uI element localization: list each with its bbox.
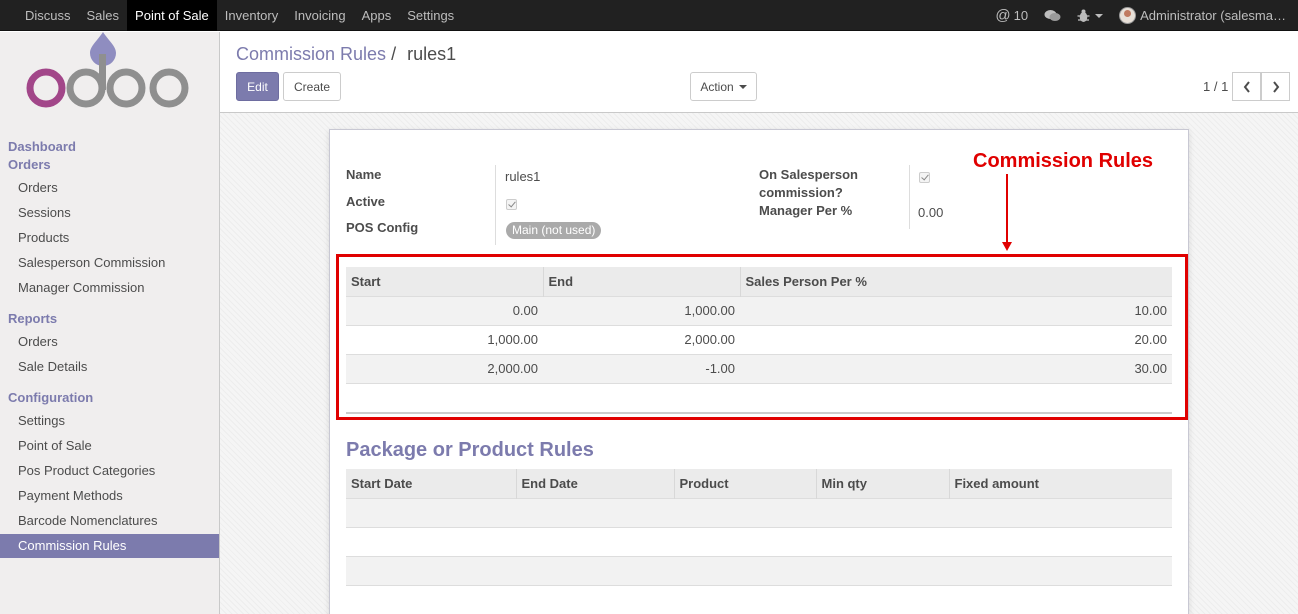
annotation-arrow xyxy=(1006,174,1008,244)
sidebar-item-payment-methods[interactable]: Payment Methods xyxy=(0,484,219,508)
pager-previous-button[interactable] xyxy=(1232,72,1261,101)
sidebar-item-sessions[interactable]: Sessions xyxy=(0,201,219,225)
active-checkbox xyxy=(506,199,517,210)
menu-sales[interactable]: Sales xyxy=(79,0,128,31)
sidebar-item-settings[interactable]: Settings xyxy=(0,409,219,433)
table-empty-row xyxy=(346,555,1172,586)
table-empty-row xyxy=(346,526,1172,556)
name-label: Name xyxy=(346,167,382,182)
table-header-row: Start Date End Date Product Min qty Fixe… xyxy=(346,469,1172,498)
chevron-right-icon xyxy=(1272,80,1279,93)
menu-apps[interactable]: Apps xyxy=(354,0,400,31)
breadcrumb: Commission Rules / rules1 xyxy=(236,44,456,65)
sidebar-item-commission-rules[interactable]: Commission Rules xyxy=(0,534,219,558)
pos-config-tag[interactable]: Main (not used) xyxy=(506,222,602,239)
edit-button[interactable]: Edit xyxy=(236,72,279,101)
chat-icon xyxy=(1044,9,1061,21)
on-salesperson-checkbox xyxy=(919,172,930,183)
breadcrumb-parent[interactable]: Commission Rules xyxy=(236,44,386,64)
sidebar-configuration-head: Configuration xyxy=(8,390,94,405)
menu-point-of-sale[interactable]: Point of Sale xyxy=(127,0,217,31)
create-button[interactable]: Create xyxy=(283,72,341,101)
form-sheet: Name rules1 Active POS Config Main (not … xyxy=(329,129,1189,614)
pager-value[interactable]: 1 / 1 xyxy=(1203,79,1228,94)
avatar xyxy=(1119,7,1137,24)
breadcrumb-separator: / xyxy=(391,44,397,64)
on-salesperson-label: On Salesperson xyxy=(759,167,858,182)
menu-inventory[interactable]: Inventory xyxy=(217,0,286,31)
manager-per-value: 0.00 xyxy=(918,205,944,220)
name-value: rules1 xyxy=(505,169,541,184)
sidebar-item-pos-product-categories[interactable]: Pos Product Categories xyxy=(0,459,219,483)
on-salesperson-label-cont: commission? xyxy=(759,185,843,200)
user-menu[interactable]: Administrator (salesma… xyxy=(1111,0,1298,31)
action-label: Action xyxy=(700,79,734,94)
annotation-label: Commission Rules xyxy=(973,150,1154,172)
bug-icon xyxy=(1077,9,1090,22)
sidebar-item-products[interactable]: Products xyxy=(0,226,219,250)
sidebar: Dashboard Orders Orders Sessions Product… xyxy=(0,32,220,614)
pager-next-button[interactable] xyxy=(1261,72,1290,101)
sidebar-item-orders[interactable]: Orders xyxy=(0,176,219,200)
chevron-left-icon xyxy=(1243,80,1250,93)
chevron-down-icon xyxy=(1095,13,1104,18)
col-min-qty[interactable]: Min qty xyxy=(816,469,950,498)
menu-invoicing[interactable]: Invoicing xyxy=(286,0,353,31)
sidebar-dashboard[interactable]: Dashboard xyxy=(8,139,76,154)
sidebar-item-manager-commission[interactable]: Manager Commission xyxy=(0,276,219,300)
action-dropdown[interactable]: Action xyxy=(690,72,757,101)
col-start-date[interactable]: Start Date xyxy=(346,469,517,498)
annotation-arrow-head xyxy=(1002,242,1012,251)
sidebar-reports-head: Reports xyxy=(8,311,58,326)
col-fixed-amount[interactable]: Fixed amount xyxy=(949,469,1172,498)
field-divider xyxy=(495,165,496,245)
systray: @ 10 Administrator (salesma… xyxy=(987,0,1298,31)
top-navbar: Discuss Sales Point of Sale Inventory In… xyxy=(0,0,1298,31)
active-label: Active xyxy=(346,194,386,209)
user-name: Administrator (salesma… xyxy=(1140,8,1286,23)
chevron-down-icon xyxy=(738,84,747,89)
manager-per-label: Manager Per % xyxy=(759,203,853,218)
field-divider xyxy=(909,165,910,229)
sidebar-item-salesperson-commission[interactable]: Salesperson Commission xyxy=(0,251,219,275)
control-panel: Commission Rules / rules1 Edit Create Ac… xyxy=(220,32,1298,113)
sidebar-item-barcode-nomenclatures[interactable]: Barcode Nomenclatures xyxy=(0,509,219,533)
package-rules-title: Package or Product Rules xyxy=(346,439,594,461)
sidebar-item-point-of-sale[interactable]: Point of Sale xyxy=(0,434,219,458)
messages-count: 10 xyxy=(1013,8,1029,23)
col-product[interactable]: Product xyxy=(674,469,817,498)
sidebar-orders-head: Orders xyxy=(8,157,51,172)
sidebar-item-sale-details[interactable]: Sale Details xyxy=(0,355,219,379)
chat-button[interactable] xyxy=(1036,0,1069,31)
pos-config-label: POS Config xyxy=(346,220,419,235)
package-rules-table: Start Date End Date Product Min qty Fixe… xyxy=(346,469,1172,586)
at-icon: @ xyxy=(995,7,1011,24)
menu-discuss[interactable]: Discuss xyxy=(17,0,79,31)
sidebar-item-report-orders[interactable]: Orders xyxy=(0,330,219,354)
content-area: Name rules1 Active POS Config Main (not … xyxy=(220,113,1298,614)
col-end-date[interactable]: End Date xyxy=(516,469,675,498)
table-empty-row xyxy=(346,497,1172,527)
messages-button[interactable]: @ 10 xyxy=(987,0,1036,31)
odoo-logo[interactable] xyxy=(24,32,194,112)
menu-settings[interactable]: Settings xyxy=(399,0,462,31)
highlight-box xyxy=(336,254,1188,420)
debug-button[interactable] xyxy=(1069,0,1111,31)
app-menu: Discuss Sales Point of Sale Inventory In… xyxy=(17,0,462,31)
breadcrumb-current: rules1 xyxy=(407,44,457,64)
